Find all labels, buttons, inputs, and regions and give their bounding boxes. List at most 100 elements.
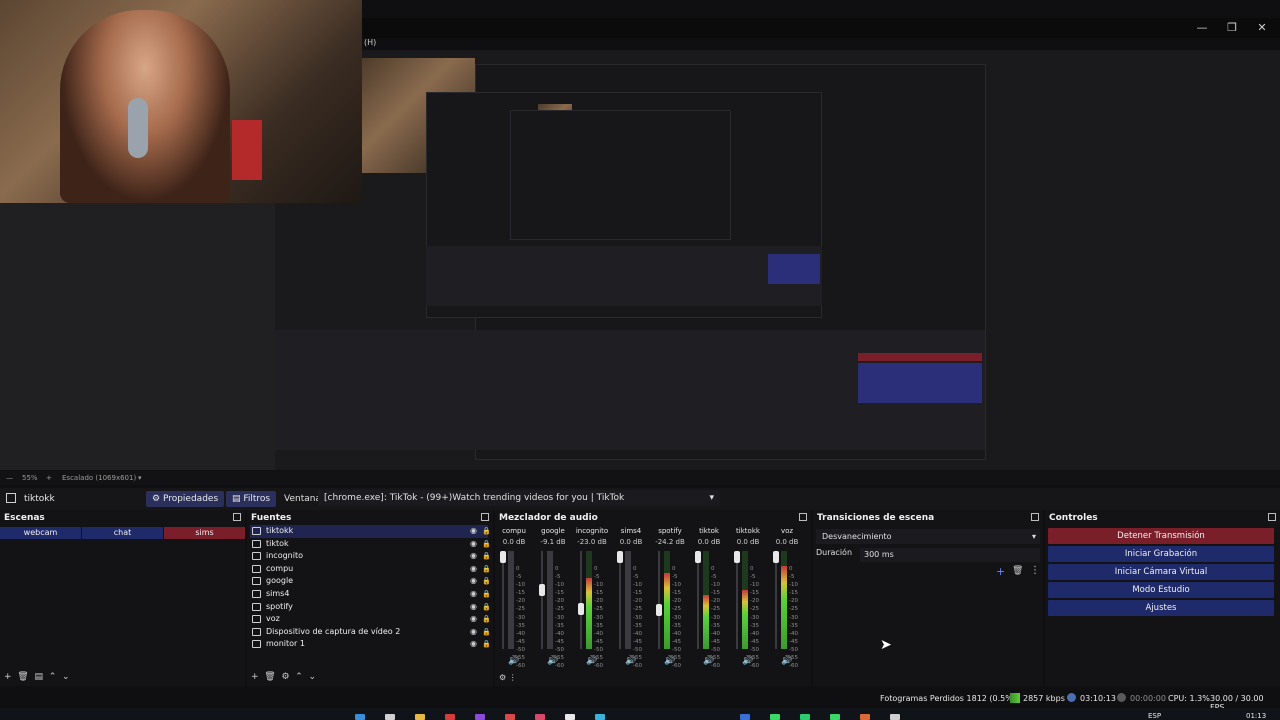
volume-fader[interactable] (658, 551, 660, 649)
app-icon[interactable] (740, 714, 750, 720)
control-button-4[interactable]: Ajustes (1048, 600, 1274, 616)
system-clock[interactable]: 01:13 (1246, 712, 1266, 720)
lock-icon[interactable]: 🔒 (482, 601, 491, 614)
speaker-icon[interactable]: 🔊 (781, 656, 792, 666)
lock-icon[interactable]: 🔒 (482, 550, 491, 563)
arrow-down-icon[interactable]: ⌄ (62, 672, 70, 682)
source-row[interactable]: compu ◉ 🔒 (250, 563, 491, 576)
dock-float-icon[interactable] (1268, 513, 1276, 521)
search-icon[interactable] (385, 714, 395, 720)
volume-fader[interactable] (502, 551, 504, 649)
trash-icon[interactable]: 🗑 (264, 672, 275, 682)
volume-fader[interactable] (541, 551, 543, 649)
close-button[interactable]: ✕ (1248, 20, 1276, 36)
visibility-eye-icon[interactable]: ◉ (470, 575, 477, 588)
app-icon[interactable] (445, 714, 455, 720)
muted-speaker-icon[interactable]: 🔊 (547, 656, 558, 666)
volume-fader-handle[interactable] (500, 551, 506, 563)
maximize-button[interactable]: ❐ (1218, 20, 1246, 36)
source-row[interactable]: voz ◉ 🔒 (250, 613, 491, 626)
menu-bar[interactable]: (H) (362, 38, 1280, 50)
zoom-out-icon[interactable]: — (6, 474, 13, 482)
transition-select[interactable]: Desvanecimiento ▾ (816, 529, 1040, 544)
scene-item-webcam[interactable]: webcam (0, 527, 81, 539)
obs-icon[interactable] (890, 714, 900, 720)
visibility-eye-icon[interactable]: ◉ (470, 588, 477, 601)
visibility-eye-icon[interactable]: ◉ (470, 626, 477, 639)
volume-fader-handle[interactable] (773, 551, 779, 563)
source-row[interactable]: tiktokk ◉ 🔒 (250, 525, 491, 538)
control-button-0[interactable]: Detener Transmisión (1048, 528, 1274, 544)
add-icon[interactable]: + (251, 672, 259, 682)
arrow-up-icon[interactable]: ⌃ (49, 672, 57, 682)
window-select[interactable]: [chrome.exe]: TikTok - (99+)Watch trendi… (318, 490, 720, 506)
app-icon[interactable] (830, 714, 840, 720)
volume-fader-handle[interactable] (617, 551, 623, 563)
keyboard-language[interactable]: ESP (1148, 712, 1161, 720)
lock-icon[interactable]: 🔒 (482, 538, 491, 551)
zoom-in-icon[interactable]: + (46, 474, 52, 482)
scene-item-chat[interactable]: chat (82, 527, 163, 539)
control-button-1[interactable]: Iniciar Grabación (1048, 546, 1274, 562)
lock-icon[interactable]: 🔒 (482, 638, 491, 651)
source-row[interactable]: Dispositivo de captura de vídeo 2 ◉ 🔒 (250, 626, 491, 639)
app-icon[interactable] (565, 714, 575, 720)
volume-fader-handle[interactable] (695, 551, 701, 563)
lock-icon[interactable]: 🔒 (482, 563, 491, 576)
source-row[interactable]: spotify ◉ 🔒 (250, 601, 491, 614)
lock-icon[interactable]: 🔒 (482, 588, 491, 601)
filters-button[interactable]: ▤ Filtros (226, 491, 277, 507)
scale-label[interactable]: Escalado (1069x601) (62, 474, 136, 482)
volume-fader-handle[interactable] (656, 604, 662, 617)
start-icon[interactable] (355, 714, 365, 720)
duration-input[interactable]: 300 ms (860, 548, 1040, 562)
speaker-icon[interactable]: 🔊 (664, 656, 675, 666)
trash-icon[interactable]: 🗑 (17, 672, 28, 682)
gear-icon[interactable]: ⚙ (281, 672, 289, 682)
folder-icon[interactable] (415, 714, 425, 720)
app-icon[interactable] (535, 714, 545, 720)
volume-fader[interactable] (619, 551, 621, 649)
app-icon[interactable] (770, 714, 780, 720)
add-transition-icon[interactable]: + (996, 565, 1005, 578)
visibility-eye-icon[interactable]: ◉ (470, 613, 477, 626)
lock-icon[interactable]: 🔒 (482, 613, 491, 626)
arrow-down-icon[interactable]: ⌄ (309, 672, 317, 682)
more-menu-icon[interactable]: ⋮ (1030, 565, 1040, 576)
visibility-eye-icon[interactable]: ◉ (470, 601, 477, 614)
add-icon[interactable]: + (4, 672, 12, 682)
source-row[interactable]: tiktok ◉ 🔒 (250, 538, 491, 551)
source-row[interactable]: sims4 ◉ 🔒 (250, 588, 491, 601)
lock-icon[interactable]: 🔒 (482, 525, 491, 538)
muted-speaker-icon[interactable]: 🔊 (508, 656, 519, 666)
source-row[interactable]: incognito ◉ 🔒 (250, 550, 491, 563)
volume-fader[interactable] (697, 551, 699, 649)
muted-speaker-icon[interactable]: 🔊 (625, 656, 636, 666)
control-button-2[interactable]: Iniciar Cámara Virtual (1048, 564, 1274, 580)
volume-fader-handle[interactable] (734, 551, 740, 563)
dock-float-icon[interactable] (1031, 513, 1039, 521)
speaker-icon[interactable]: 🔊 (586, 656, 597, 666)
filter-icon[interactable]: ▤ (34, 672, 43, 682)
dock-float-icon[interactable] (799, 513, 807, 521)
volume-fader[interactable] (736, 551, 738, 649)
visibility-eye-icon[interactable]: ◉ (470, 563, 477, 576)
dock-float-icon[interactable] (481, 513, 489, 521)
source-row[interactable]: monitor 1 ◉ 🔒 (250, 638, 491, 651)
app-icon[interactable] (800, 714, 810, 720)
speaker-icon[interactable]: 🔊 (742, 656, 753, 666)
volume-fader-handle[interactable] (539, 583, 545, 596)
visibility-eye-icon[interactable]: ◉ (470, 638, 477, 651)
visibility-eye-icon[interactable]: ◉ (470, 538, 477, 551)
zoom-level[interactable]: 55% (22, 474, 38, 482)
volume-fader[interactable] (775, 551, 777, 649)
app-icon[interactable] (505, 714, 515, 720)
lock-icon[interactable]: 🔒 (482, 626, 491, 639)
source-row[interactable]: google ◉ 🔒 (250, 575, 491, 588)
menu-help-hint[interactable]: (H) (364, 38, 376, 47)
volume-fader[interactable] (580, 551, 582, 649)
properties-button[interactable]: ⚙ Propiedades (146, 491, 225, 507)
arrow-up-icon[interactable]: ⌃ (295, 672, 303, 682)
control-button-3[interactable]: Modo Estudio (1048, 582, 1274, 598)
app-icon[interactable] (475, 714, 485, 720)
